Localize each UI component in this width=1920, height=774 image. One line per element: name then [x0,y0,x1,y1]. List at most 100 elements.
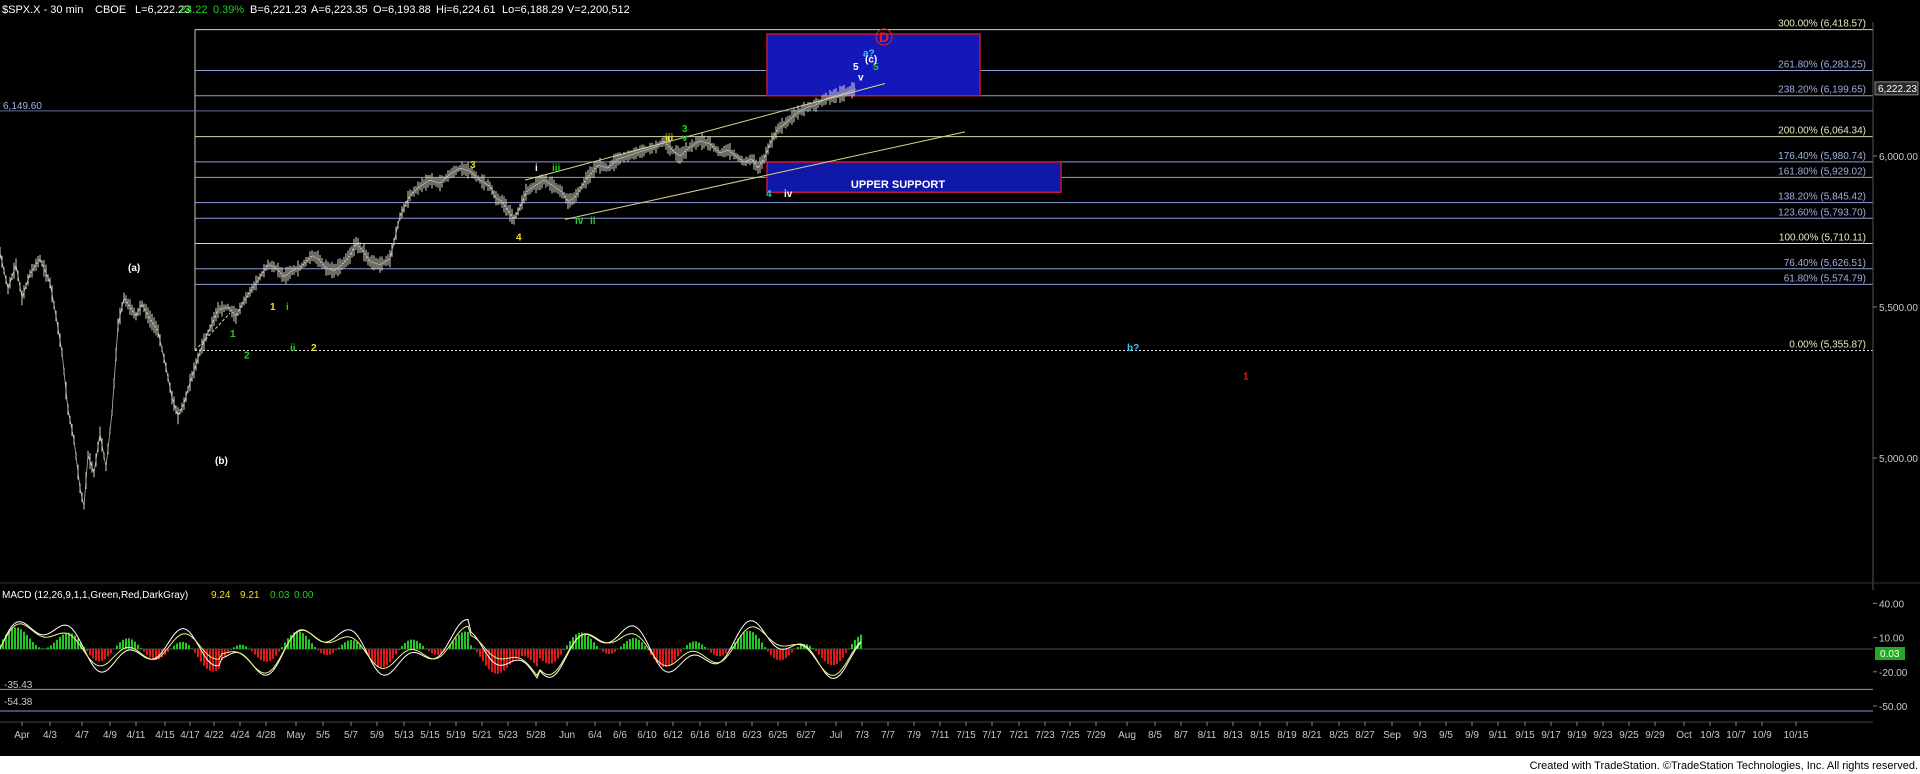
exchange-label: CBOE [95,4,126,16]
macd-value-4: 0.00 [294,590,314,601]
time-tick-label: 9/19 [1567,730,1587,741]
wave-label-1: (b) [215,456,228,467]
low-value: Lo=6,188.29 [502,4,563,16]
time-tick-label: 4/9 [103,730,117,741]
fib-label-9: 76.40% (5,626.51) [1784,258,1866,269]
time-tick-label: 8/7 [1174,730,1188,741]
time-tick-label: 8/11 [1198,730,1217,741]
macd-title: MACD (12,26,9,1,1,Green,Red,DarkGray) [2,590,188,601]
time-tick-label: 7/17 [982,730,1002,741]
wave-label-11: iii [552,163,561,174]
time-tick-label: 7/23 [1035,730,1055,741]
fib-label-2: 238.20% (6,199.65) [1778,85,1866,96]
macd-current-tag: 0.03 [1880,649,1900,660]
footer-credit: Created with TradeStation. ©TradeStation… [1530,760,1918,772]
time-tick-label: 9/3 [1413,730,1427,741]
time-tick-label: 9/23 [1593,730,1613,741]
time-tick-label: 8/27 [1355,730,1375,741]
wave-label-14: iii [665,133,674,144]
time-tick-label: 9/15 [1515,730,1535,741]
time-tick-label: 6/16 [690,730,710,741]
symbol-label: $SPX.X - 30 min [2,4,83,16]
time-axis: Apr 4/3 4/7 4/9 4/11 4/15 4/17 4/22 4/24 4/28 May 5… [14,722,1809,741]
time-tick-label: May [287,730,306,741]
time-tick-label: Sep [1383,730,1401,741]
wave-label-25: 1 [1243,371,1249,382]
bid-value: B=6,221.23 [250,4,307,16]
wave-label-24: b? [1127,343,1139,354]
price-tick-label: 5,500.00 [1879,303,1918,314]
time-tick-label: Oct [1676,730,1692,741]
wave-label-17: 4 [766,189,772,200]
fib-label-10: 61.80% (5,574.79) [1784,273,1866,284]
wave-label-10: i [535,163,538,174]
time-tick-label: 4/3 [43,730,57,741]
wave-label-12: iv [575,216,584,227]
wave-label-7: 2 [311,343,317,354]
fib-label-6: 138.20% (5,845.42) [1778,192,1866,203]
time-tick-label: 4/7 [75,730,89,741]
wave-label-8: 3 [470,160,476,171]
time-tick-label: 5/9 [370,730,384,741]
wave-label-2: 1 [230,329,236,340]
macd-tick-label: 10.00 [1879,634,1904,645]
wave-label-19: v [858,73,864,84]
time-tick-label: 7/9 [907,730,921,741]
time-tick-label: 4/22 [204,730,224,741]
chart-header: $SPX.X - 30 min CBOE L=6,222.23 24.22 0.… [2,4,630,16]
time-tick-label: 5/7 [344,730,358,741]
time-tick-label: 5/23 [498,730,518,741]
macd-left-label-2: -54.38 [4,697,33,708]
time-tick-label: 5/5 [316,730,330,741]
macd-value-3: 0.03 [270,590,290,601]
time-tick-label: 5/19 [446,730,466,741]
time-tick-label: Jun [559,730,575,741]
wave-labels: (a)(b)121 iii 234i iiiiv iiiii v34 ivv5 5(c)a?b… [128,28,1249,467]
target-zones: UPPER SUPPORT [766,33,1062,193]
time-tick-label: 6/4 [588,730,602,741]
time-tick-label: 6/18 [716,730,736,741]
time-tick-label: 4/24 [230,730,250,741]
time-tick-label: 7/7 [881,730,895,741]
time-tick-label: 7/25 [1060,730,1080,741]
time-tick-label: 8/25 [1329,730,1349,741]
time-tick-label: 6/12 [663,730,683,741]
time-tick-label: Apr [14,730,30,741]
time-tick-label: 8/19 [1277,730,1297,741]
upper-support-label: UPPER SUPPORT [851,179,945,191]
wave-label-18: iv [784,189,793,200]
time-tick-label: 7/3 [855,730,869,741]
time-tick-label: 5/15 [420,730,440,741]
time-tick-label: 6/27 [796,730,816,741]
time-tick-label: 6/10 [637,730,657,741]
time-tick-label: 6/23 [742,730,762,741]
high-value: Hi=6,224.61 [436,4,496,16]
time-tick-label: 7/29 [1086,730,1106,741]
fib-label-1: 261.80% (6,283.25) [1778,59,1866,70]
wave-label-6: ii [290,343,296,354]
time-tick-label: 4/17 [180,730,200,741]
time-tick-label: 9/9 [1465,730,1479,741]
wave-label-9: 4 [516,233,522,244]
current-price-tag: 6,222.23 [1878,84,1917,95]
change-value: 24.22 [180,4,208,16]
time-tick-label: 8/5 [1148,730,1162,741]
wave-label-20: 5 [853,62,859,73]
time-tick-label: Jul [830,730,843,741]
wave-label-0: (a) [128,263,140,274]
time-tick-label: 4/15 [155,730,175,741]
fib-label-0: 300.00% (6,418.57) [1778,19,1866,30]
wave-label-23: a? [863,48,875,59]
price-chart[interactable]: $SPX.X - 30 min CBOE L=6,222.23 24.22 0.… [0,0,1920,774]
time-tick-label: 9/11 [1489,730,1508,741]
time-tick-label: 10/15 [1783,730,1808,741]
wave-label-d-circle: D [879,29,889,45]
change-pct: 0.39% [213,4,244,16]
open-value: O=6,193.88 [373,4,431,16]
price-series [0,82,857,510]
price-axis: 6,000.00 5,500.00 5,000.00 6,222.23 6,149.… [3,22,1919,590]
time-tick-label: 9/5 [1439,730,1453,741]
fib-label-11: 0.00% (5,355.87) [1789,340,1866,351]
fib-label-5: 161.80% (5,929.02) [1778,166,1866,177]
macd-panel: MACD (12,26,9,1,1,Green,Red,DarkGray) 9.… [0,590,1908,713]
